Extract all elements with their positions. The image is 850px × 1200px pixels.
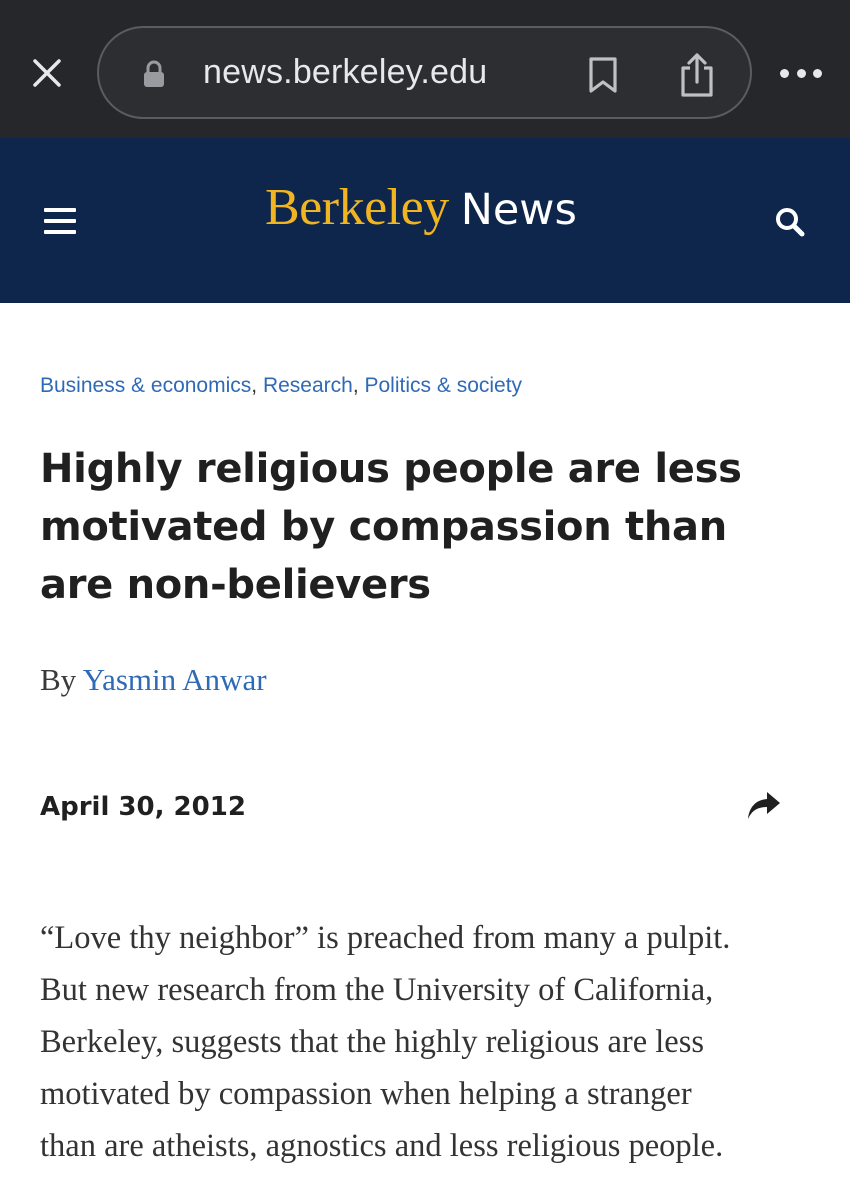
body-line: But new research from the University of … [40, 972, 714, 1008]
article-categories: Business & economics, Research, Politics… [40, 374, 523, 397]
category-link[interactable]: Politics & society [365, 374, 523, 397]
browser-toolbar: news.berkeley.edu [0, 0, 850, 138]
category-link[interactable]: Research [263, 374, 353, 397]
body-line: Berkeley, suggests that the highly relig… [40, 1024, 704, 1060]
site-logo[interactable]: Berkeley News [265, 178, 577, 258]
article-date: April 30, 2012 [40, 792, 246, 822]
headline-line: motivated by compassion than [40, 504, 727, 550]
share-arrow-icon[interactable] [746, 790, 782, 822]
headline-line: are non-believers [40, 562, 431, 608]
body-line: than are atheists, agnostics and less re… [40, 1128, 724, 1164]
address-bar[interactable]: news.berkeley.edu [97, 26, 752, 119]
url-text[interactable]: news.berkeley.edu [203, 53, 487, 92]
bookmark-icon[interactable] [586, 56, 620, 94]
search-icon[interactable] [774, 206, 806, 238]
category-link[interactable]: Business & economics [40, 374, 251, 397]
logo-news: News [460, 185, 577, 235]
close-icon[interactable] [28, 54, 66, 92]
share-icon[interactable] [677, 52, 717, 98]
article-byline: By Yasmin Anwar [40, 662, 267, 698]
body-line: motivated by compassion when helping a s… [40, 1076, 692, 1112]
article-body: “Love thy neighbor” is preached from man… [40, 912, 830, 1172]
site-header: Berkeley News [0, 138, 850, 303]
author-link[interactable]: Yasmin Anwar [83, 662, 267, 697]
logo-berkeley: Berkeley [265, 179, 449, 236]
lock-icon [141, 60, 167, 88]
headline-line: Highly religious people are less [40, 446, 742, 492]
body-line: “Love thy neighbor” is preached from man… [40, 920, 731, 956]
hamburger-menu-icon[interactable] [44, 208, 76, 234]
more-icon[interactable] [780, 66, 822, 80]
article-headline: Highly religious people are less motivat… [40, 440, 820, 614]
byline-prefix: By [40, 662, 77, 697]
